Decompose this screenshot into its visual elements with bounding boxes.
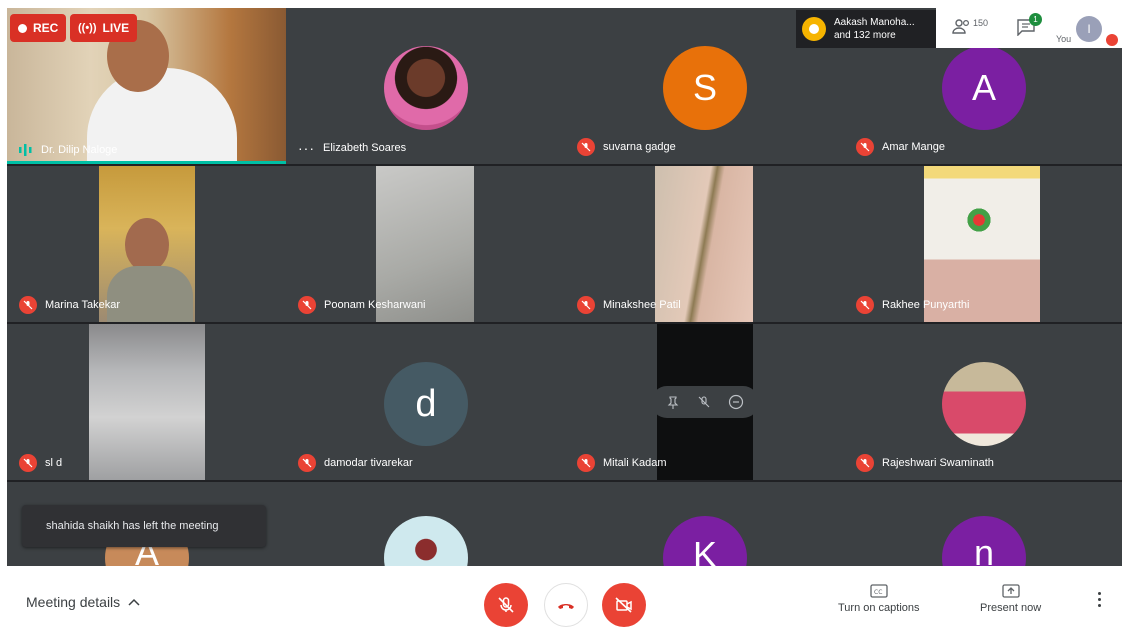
leave-call-button[interactable] <box>544 583 588 627</box>
participant-name: Rakhee Punyarthi <box>882 299 970 311</box>
present-icon <box>1001 584 1020 598</box>
video-grid: Dr. Dilip Naloge ··· Elizabeth Soares S … <box>7 8 1122 566</box>
tile-hover-controls <box>651 386 759 418</box>
initial-avatar: n <box>942 516 1026 566</box>
mic-off-icon <box>577 296 595 314</box>
mic-off-icon <box>19 454 37 472</box>
meeting-details-label: Meeting details <box>26 594 121 610</box>
captions-button[interactable]: CC Turn on captions <box>838 584 920 614</box>
participant-name: Mitali Kadam <box>603 457 667 469</box>
participant-tile[interactable] <box>286 482 565 566</box>
participant-name: damodar tivarekar <box>324 457 413 469</box>
svg-text:CC: CC <box>874 589 882 596</box>
participant-name: suvarna gadge <box>603 141 676 153</box>
initial-avatar: K <box>663 516 747 566</box>
participant-tile[interactable]: Rajeshwari Swaminath <box>844 324 1122 480</box>
participant-video <box>89 324 205 480</box>
bottom-control-bar: Meeting details CC Turn on captions Pres… <box>0 566 1122 634</box>
left-meeting-toast: shahida shaikh has left the meeting <box>22 505 266 547</box>
present-label: Present now <box>980 602 1042 614</box>
participant-name: Minakshee Patil <box>603 299 681 311</box>
self-label: You <box>1056 34 1072 44</box>
initial-avatar: S <box>663 46 747 130</box>
microphone-toggle-button[interactable] <box>484 583 528 627</box>
recording-badge: REC <box>10 14 67 42</box>
remove-icon[interactable] <box>728 394 744 410</box>
live-label: LIVE <box>102 21 130 35</box>
mic-off-icon <box>298 454 316 472</box>
participant-name: Rajeshwari Swaminath <box>882 457 994 469</box>
more-vert-icon <box>1097 592 1101 607</box>
participant-photo-avatar <box>384 46 468 130</box>
present-now-button[interactable]: Present now <box>980 584 1041 614</box>
audio-level-icon <box>19 144 32 156</box>
participant-tile[interactable]: Poonam Kesharwani <box>286 166 565 322</box>
captions-label: Turn on captions <box>838 602 920 614</box>
self-muted-icon <box>1106 34 1118 46</box>
participant-name: sl d <box>45 457 63 469</box>
participant-tile[interactable]: Minakshee Patil <box>565 166 844 322</box>
participant-photo-avatar <box>942 362 1026 446</box>
more-dots-icon: ··· <box>298 140 315 156</box>
record-dot-icon <box>18 23 27 33</box>
participant-tile[interactable]: K <box>565 482 844 566</box>
mic-off-icon <box>298 296 316 314</box>
people-button[interactable]: 150 <box>952 18 988 36</box>
mic-off-icon <box>856 296 874 314</box>
initial-avatar: d <box>384 362 468 446</box>
people-count: 150 <box>973 18 989 28</box>
mute-participant-icon[interactable] <box>697 395 711 409</box>
chat-button[interactable]: 1 <box>1016 13 1042 41</box>
self-initial: I <box>1087 22 1091 36</box>
initial-avatar: A <box>942 46 1026 130</box>
participant-tile[interactable]: n <box>844 482 1122 566</box>
toast-message: shahida shaikh has left the meeting <box>46 520 219 532</box>
mic-off-icon <box>577 138 595 156</box>
participant-name: Elizabeth Soares <box>323 142 407 154</box>
joined-more: and 132 more <box>834 30 896 41</box>
camera-off-icon <box>615 597 632 613</box>
pin-icon[interactable] <box>666 395 680 409</box>
participant-photo-avatar <box>384 516 468 566</box>
participant-tile[interactable]: ··· Elizabeth Soares <box>286 8 565 164</box>
participant-name: Poonam Kesharwani <box>324 299 426 311</box>
live-badge: ((•)) LIVE <box>70 14 138 42</box>
participant-name: Marina Takekar <box>45 299 120 311</box>
joined-name: Aakash Manoha... <box>834 17 915 28</box>
participant-face <box>125 218 169 272</box>
captions-icon: CC <box>870 584 888 598</box>
participant-tile[interactable]: Mitali Kadam <box>565 324 844 480</box>
flower-decoration <box>964 208 994 232</box>
chat-badge: 1 <box>1029 13 1042 26</box>
participant-tile[interactable]: sl d <box>7 324 286 480</box>
mic-off-icon <box>577 454 595 472</box>
more-options-button[interactable] <box>1094 592 1104 612</box>
self-avatar[interactable]: I <box>1076 16 1102 42</box>
joined-participants-notice[interactable]: Aakash Manoha... and 132 more <box>796 10 936 48</box>
participant-tile[interactable]: d damodar tivarekar <box>286 324 565 480</box>
mic-off-icon <box>498 597 514 613</box>
participant-name: Amar Mange <box>882 141 945 153</box>
rec-label: REC <box>33 21 59 35</box>
hang-up-icon <box>558 604 574 609</box>
mic-off-icon <box>856 454 874 472</box>
participant-name: Dr. Dilip Naloge <box>41 144 118 156</box>
mic-off-icon <box>19 296 37 314</box>
participant-tile[interactable]: Rakhee Punyarthi <box>844 166 1122 322</box>
active-speaker-bar <box>7 161 286 164</box>
people-icon <box>952 19 970 34</box>
broadcast-icon: ((•)) <box>78 22 97 34</box>
top-right-toolbar: 150 1 You I <box>936 8 1122 48</box>
chevron-up-icon <box>128 598 140 606</box>
participant-thumb-icon <box>802 17 826 41</box>
camera-toggle-button[interactable] <box>602 583 646 627</box>
mic-off-icon <box>856 138 874 156</box>
participant-tile[interactable]: Marina Takekar <box>7 166 286 322</box>
meeting-details-button[interactable]: Meeting details <box>26 594 140 610</box>
